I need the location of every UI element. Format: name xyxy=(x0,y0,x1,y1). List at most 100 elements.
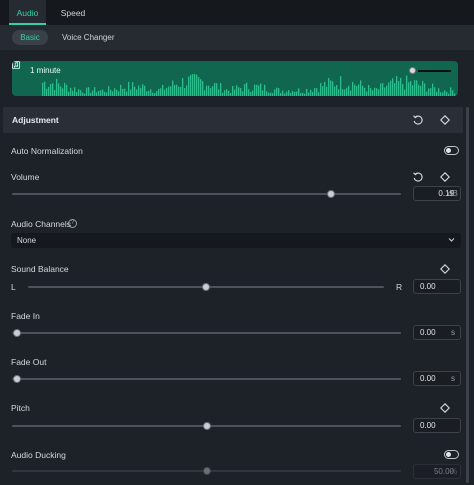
waveform-bar xyxy=(378,89,380,96)
waveform-bar xyxy=(76,92,78,96)
waveform-bar xyxy=(438,88,440,96)
waveform-bar xyxy=(422,80,424,96)
waveform-bar xyxy=(388,82,390,96)
waveform-bar xyxy=(74,87,76,96)
fade-out-slider-handle[interactable] xyxy=(13,375,21,383)
waveform-bar xyxy=(328,77,330,96)
waveform-bar xyxy=(358,84,360,96)
help-icon[interactable]: ? xyxy=(68,219,77,228)
waveform-bar xyxy=(232,86,234,96)
tab-speed[interactable]: Speed xyxy=(52,0,94,25)
fade-in-value: 0.00 xyxy=(420,328,436,337)
waveform-bar xyxy=(300,92,302,96)
auto-normalization-toggle[interactable] xyxy=(444,146,459,155)
waveform-bar xyxy=(62,88,64,96)
pitch-value-field[interactable]: 0.00 xyxy=(413,418,461,433)
fade-out-slider-track[interactable] xyxy=(12,378,401,380)
waveform-bar xyxy=(316,88,318,96)
audio-waveform[interactable]: 1 minute xyxy=(12,61,458,96)
waveform-bar xyxy=(238,87,240,96)
adjustment-section-header[interactable]: Adjustment xyxy=(3,107,463,133)
waveform-bar xyxy=(436,92,438,96)
waveform-bar xyxy=(448,93,450,96)
waveform-bar xyxy=(354,84,356,96)
pitch-slider-handle[interactable] xyxy=(202,422,211,430)
music-note-icon xyxy=(12,61,20,69)
pitch-keyframe-icon[interactable] xyxy=(439,402,451,414)
audio-channels-selected: None xyxy=(17,236,37,245)
subtab-voice-changer[interactable]: Voice Changer xyxy=(62,30,114,45)
waveform-bar xyxy=(174,85,176,96)
reset-icon[interactable] xyxy=(412,114,424,126)
waveform-bar xyxy=(416,80,418,96)
clip-volume-track[interactable] xyxy=(418,70,451,72)
waveform-bar xyxy=(120,84,122,96)
waveform-bar xyxy=(164,89,166,96)
waveform-bar xyxy=(208,85,210,96)
waveform-bar xyxy=(356,86,358,96)
waveform-bar xyxy=(82,92,84,96)
audio-ducking-slider-handle[interactable] xyxy=(202,467,211,475)
waveform-bar xyxy=(352,81,354,96)
waveform-bar xyxy=(140,87,142,96)
waveform-bar xyxy=(320,83,322,96)
waveform-bar xyxy=(274,89,276,96)
subtab-basic[interactable]: Basic xyxy=(12,30,48,45)
waveform-bar xyxy=(230,93,232,96)
waveform-bar xyxy=(216,83,218,96)
waveform-bar xyxy=(442,92,444,96)
volume-slider-track[interactable] xyxy=(12,193,401,195)
waveform-bar xyxy=(390,80,392,96)
waveform-bar xyxy=(178,86,180,96)
waveform-bar xyxy=(376,88,378,96)
sound-balance-value-field[interactable]: 0.00 xyxy=(413,279,461,294)
top-tab-bar: Audio Speed xyxy=(0,0,474,25)
waveform-bar xyxy=(146,91,148,96)
waveform-bar xyxy=(148,90,150,96)
balance-left-label: L xyxy=(11,282,16,292)
audio-ducking-toggle[interactable] xyxy=(444,450,459,459)
waveform-bar xyxy=(400,77,402,96)
waveform-bar xyxy=(90,92,92,96)
waveform-bar xyxy=(332,81,334,96)
waveform-bar xyxy=(48,86,50,96)
fade-in-slider-handle[interactable] xyxy=(13,329,21,337)
waveform-bar xyxy=(246,82,248,96)
waveform-bar xyxy=(86,87,88,96)
waveform-bar xyxy=(158,88,160,96)
waveform-bar xyxy=(228,90,230,96)
waveform-bar xyxy=(250,92,252,96)
fade-in-unit: s xyxy=(451,328,455,337)
fade-in-slider-track[interactable] xyxy=(12,332,401,334)
keyframe-icon[interactable] xyxy=(439,114,451,126)
waveform-bar xyxy=(166,87,168,96)
waveform-bar xyxy=(336,84,338,96)
waveform-bar xyxy=(260,83,262,96)
volume-slider-handle[interactable] xyxy=(326,190,335,198)
tab-audio[interactable]: Audio xyxy=(9,0,46,25)
sound-balance-keyframe-icon[interactable] xyxy=(439,263,451,275)
waveform-bar xyxy=(224,90,226,96)
waveform-bar xyxy=(452,90,454,96)
waveform-bar xyxy=(142,84,144,96)
waveform-bar xyxy=(206,85,208,96)
waveform-bar xyxy=(444,90,446,96)
sound-balance-slider-handle[interactable] xyxy=(202,283,210,291)
volume-keyframe-icon[interactable] xyxy=(439,171,451,183)
waveform-bar xyxy=(312,91,314,96)
waveform-bar xyxy=(254,84,256,96)
volume-reset-icon[interactable] xyxy=(412,171,424,183)
panel-scrollbar[interactable] xyxy=(466,107,469,483)
waveform-bar xyxy=(134,86,136,96)
clip-duration-label: 1 minute xyxy=(30,66,61,75)
clip-volume-handle[interactable] xyxy=(409,67,416,74)
waveform-bar xyxy=(150,89,152,96)
waveform-bar xyxy=(370,88,372,96)
waveform-bar xyxy=(132,81,134,96)
waveform-bar xyxy=(116,89,118,96)
waveform-bar xyxy=(214,83,216,96)
waveform-bar xyxy=(78,89,80,96)
audio-channels-select[interactable]: None xyxy=(11,233,461,248)
waveform-bar xyxy=(42,82,44,96)
subtab-voice-changer-label: Voice Changer xyxy=(62,33,115,42)
